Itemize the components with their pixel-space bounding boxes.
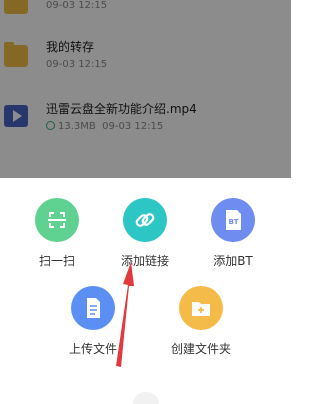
bt-icon-text: BT bbox=[228, 218, 238, 226]
new-folder-icon bbox=[179, 286, 223, 330]
upload-file-icon bbox=[71, 286, 115, 330]
add-link-label: 添加链接 bbox=[120, 254, 169, 268]
create-folder-button[interactable]: 创建文件夹 bbox=[161, 286, 241, 357]
bt-file-icon: BT bbox=[211, 198, 255, 242]
scan-icon bbox=[35, 198, 79, 242]
upload-file-label: 上传文件 bbox=[68, 342, 117, 356]
dim-overlay[interactable] bbox=[0, 0, 291, 178]
add-bt-label: 添加BT bbox=[213, 254, 253, 268]
scan-button[interactable]: 扫一扫 bbox=[17, 198, 97, 269]
create-folder-label: 创建文件夹 bbox=[170, 342, 231, 356]
add-action-sheet: 扫一扫 添加链接 BT 添加BT 上传文件 创建文件夹 bbox=[0, 178, 291, 401]
upload-file-button[interactable]: 上传文件 bbox=[53, 286, 133, 357]
scan-label: 扫一扫 bbox=[38, 254, 75, 268]
add-bt-button[interactable]: BT 添加BT bbox=[193, 198, 273, 269]
add-link-button[interactable]: 添加链接 bbox=[105, 198, 185, 269]
link-icon bbox=[123, 198, 167, 242]
